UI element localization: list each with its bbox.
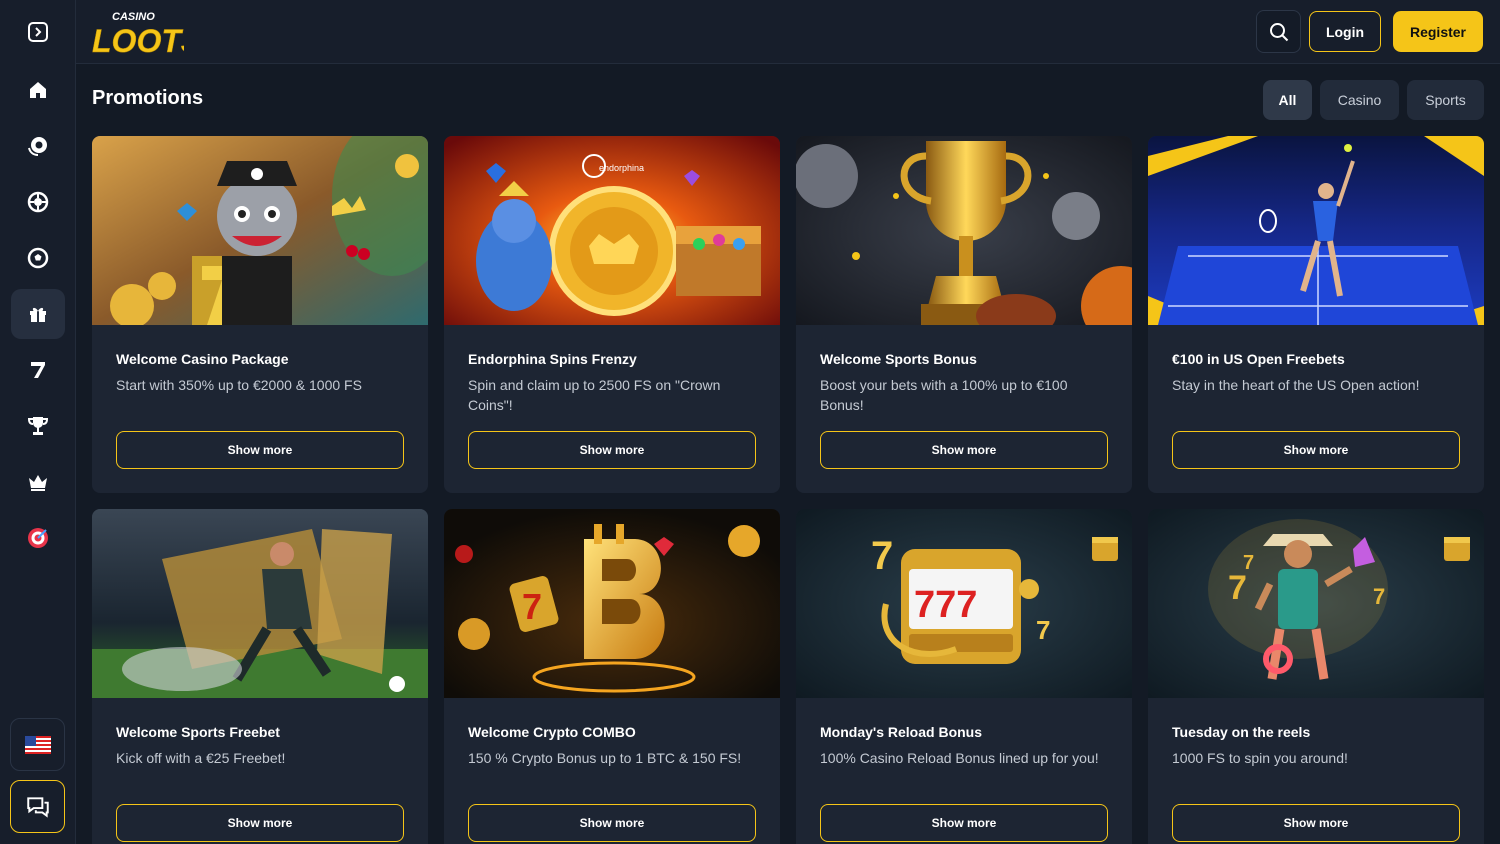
promo-title: Monday's Reload Bonus	[820, 724, 983, 740]
gift-icon	[30, 307, 46, 322]
casino-chip-icon	[28, 137, 47, 156]
chat-icon	[26, 796, 49, 818]
promo-image-slot-machine-777[interactable]: 777 7 7	[796, 509, 1132, 698]
search-button[interactable]	[1256, 10, 1301, 53]
sidebar-item-promotions[interactable]	[11, 289, 65, 339]
seven-icon	[31, 362, 45, 378]
show-more-button[interactable]: Show more	[116, 431, 404, 469]
promo-image-bitcoin[interactable]: 7	[444, 509, 780, 698]
svg-text:7: 7	[1228, 569, 1247, 607]
promo-image-pirate-raccoon[interactable]	[92, 136, 428, 325]
svg-text:7: 7	[1243, 552, 1254, 574]
trophy-icon	[27, 417, 49, 435]
promo-description: Spin and claim up to 2500 FS on "Crown C…	[468, 377, 721, 413]
promo-card: endorphina Endorphina Spins Frenzy Spin …	[444, 136, 780, 493]
us-flag-icon	[24, 735, 51, 754]
sidebar-item-tournaments[interactable]	[11, 401, 65, 451]
show-more-button[interactable]: Show more	[116, 804, 404, 842]
language-selector[interactable]	[10, 718, 65, 771]
promo-card: Welcome Sports Bonus Boost your bets wit…	[796, 136, 1132, 493]
register-button[interactable]: Register	[1393, 11, 1483, 52]
promo-description: 150 % Crypto Bonus up to 1 BTC & 150 FS!	[468, 750, 742, 766]
svg-text:LOOTS: LOOTS	[92, 23, 184, 56]
promo-card: 777 7 7 Monday's Reload Bonus 100% Casin…	[796, 509, 1132, 844]
casino-loots-logo[interactable]: CASINO LOOTS	[92, 6, 203, 59]
svg-text:7: 7	[1036, 615, 1050, 645]
top-header: CASINO LOOTS Login Register	[76, 0, 1500, 64]
promo-card: Welcome Sports Freebet Kick off with a €…	[92, 509, 428, 844]
promo-title: Endorphina Spins Frenzy	[468, 351, 637, 367]
crown-icon	[29, 475, 47, 491]
promo-image-ganesha-coin[interactable]: endorphina	[444, 136, 780, 325]
svg-text:CASINO: CASINO	[112, 11, 155, 23]
show-more-button[interactable]: Show more	[820, 804, 1108, 842]
sidebar-item-sports[interactable]	[11, 233, 65, 283]
show-more-button[interactable]: Show more	[468, 431, 756, 469]
promo-description: 1000 FS to spin you around!	[1172, 750, 1348, 766]
login-button[interactable]: Login	[1309, 11, 1381, 52]
promo-description: Stay in the heart of the US Open action!	[1172, 377, 1420, 393]
promo-title: Tuesday on the reels	[1172, 724, 1311, 740]
promo-card: Welcome Casino Package Start with 350% u…	[92, 136, 428, 493]
promo-card: 7 7 7 Tuesday on the reels 1000 FS to sp…	[1148, 509, 1484, 844]
promo-description: Boost your bets with a 100% up to €100 B…	[820, 377, 1068, 413]
promo-description: Start with 350% up to €2000 & 1000 FS	[116, 377, 362, 393]
home-icon	[30, 82, 46, 98]
show-more-button[interactable]: Show more	[820, 431, 1108, 469]
promo-image-tennis-player[interactable]	[1148, 136, 1484, 325]
sidebar-item-slots[interactable]	[11, 345, 65, 395]
sidebar-item-vip[interactable]	[11, 457, 65, 507]
soccer-ball-icon	[27, 247, 49, 269]
show-more-button[interactable]: Show more	[468, 804, 756, 842]
sidebar-item-missions[interactable]	[11, 513, 65, 563]
svg-text:777: 777	[914, 584, 977, 626]
search-icon	[1269, 22, 1288, 41]
promo-title: Welcome Sports Freebet	[116, 724, 280, 740]
promo-title: Welcome Sports Bonus	[820, 351, 977, 367]
sidebar-collapse-button[interactable]	[11, 7, 65, 57]
sidebar-item-home[interactable]	[11, 65, 65, 115]
filter-tab-all[interactable]: All	[1263, 80, 1312, 120]
promo-image-soccer-player[interactable]	[92, 509, 428, 698]
promo-title: Welcome Crypto COMBO	[468, 724, 636, 740]
svg-text:7: 7	[1373, 584, 1385, 609]
svg-text:endorphina: endorphina	[599, 163, 644, 173]
promo-description: 100% Casino Reload Bonus lined up for yo…	[820, 750, 1099, 766]
svg-text:7: 7	[522, 586, 542, 627]
svg-text:7: 7	[871, 534, 893, 578]
promo-title: €100 in US Open Freebets	[1172, 351, 1345, 367]
filter-tab-casino[interactable]: Casino	[1320, 80, 1399, 120]
promo-title: Welcome Casino Package	[116, 351, 289, 367]
filter-tab-sports[interactable]: Sports	[1407, 80, 1484, 120]
show-more-button[interactable]: Show more	[1172, 431, 1460, 469]
show-more-button[interactable]: Show more	[1172, 804, 1460, 842]
chat-button[interactable]	[10, 780, 65, 833]
collapse-icon	[28, 22, 48, 42]
roulette-icon	[27, 191, 49, 213]
sidebar-item-casino[interactable]	[11, 121, 65, 171]
promo-card: 7 Welcome Crypto COMBO 150 % Crypto Bonu…	[444, 509, 780, 844]
promo-description: Kick off with a €25 Freebet!	[116, 750, 286, 766]
promo-image-cowboy-character[interactable]: 7 7 7	[1148, 509, 1484, 698]
promo-card: €100 in US Open Freebets Stay in the hea…	[1148, 136, 1484, 493]
target-icon	[28, 528, 48, 548]
promo-image-gold-trophy[interactable]	[796, 136, 1132, 325]
sidebar-item-roulette[interactable]	[11, 177, 65, 227]
sidebar	[0, 0, 76, 844]
page-title: Promotions	[92, 87, 204, 109]
